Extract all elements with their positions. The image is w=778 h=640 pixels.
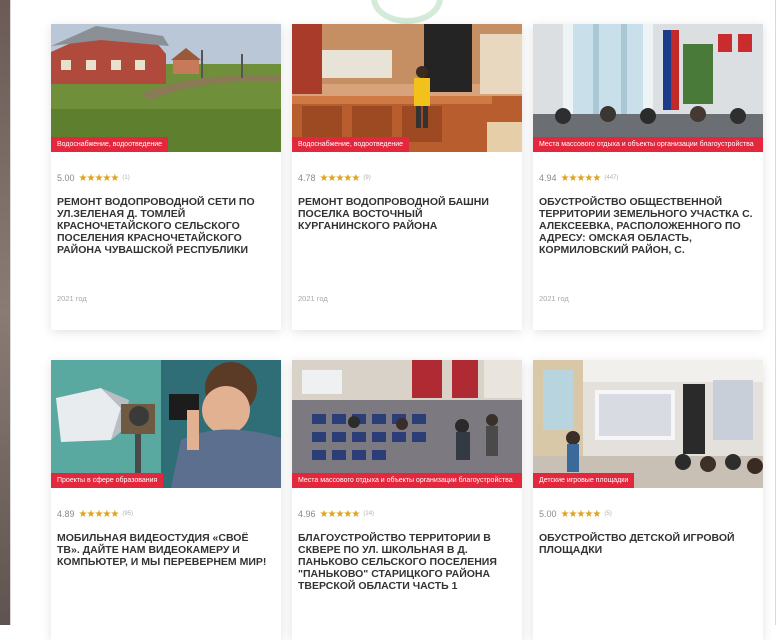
star-icons: ★★★★★ xyxy=(78,508,120,520)
project-title[interactable]: Мобильная видеостудия «Своё ТВ». Дайте н… xyxy=(57,532,273,616)
category-badge[interactable]: Места массового отдыха и объекты организ… xyxy=(533,137,763,152)
rating-count: (9) xyxy=(363,175,371,181)
star-icons: ★★★★★ xyxy=(560,172,602,184)
project-photo[interactable]: Водоснабжение, водоотведение xyxy=(292,24,522,152)
category-badge[interactable]: Водоснабжение, водоотведение xyxy=(51,137,169,152)
project-photo[interactable]: Детские игровые площадки xyxy=(533,360,763,488)
star-icons: ★★★★★ xyxy=(78,172,120,184)
rating-count: (24) xyxy=(363,511,375,517)
project-card[interactable]: Проекты в сфере образования 4.89 ★★★★★ (… xyxy=(51,360,281,640)
project-title[interactable]: Благоустройство территории в сквере по у… xyxy=(298,532,514,616)
project-title[interactable]: Обустройство общественной территории Зем… xyxy=(539,196,755,280)
project-year: 2021 год xyxy=(57,294,87,303)
rating-score: 5.00 xyxy=(539,509,557,519)
project-photo[interactable]: Проекты в сфере образования xyxy=(51,360,281,488)
logo-fragment xyxy=(371,0,443,24)
category-badge[interactable]: Водоснабжение, водоотведение xyxy=(292,137,410,152)
left-edge-strip xyxy=(0,0,10,625)
rating: 4.89 ★★★★★ (95) xyxy=(57,508,281,520)
star-icons: ★★★★★ xyxy=(560,508,602,520)
category-badge[interactable]: Детские игровые площадки xyxy=(533,473,635,488)
rating-count: (95) xyxy=(122,511,134,517)
rating-score: 5.00 xyxy=(57,173,75,183)
rating: 5.00 ★★★★★ (1) xyxy=(57,172,281,184)
rating: 5.00 ★★★★★ (5) xyxy=(539,508,763,520)
project-card[interactable]: Места массового отдыха и объекты организ… xyxy=(533,24,763,330)
category-badge[interactable]: Места массового отдыха и объекты организ… xyxy=(292,473,522,488)
project-card[interactable]: Водоснабжение, водоотведение 4.78 ★★★★★ … xyxy=(292,24,522,330)
rating: 4.96 ★★★★★ (24) xyxy=(298,508,522,520)
project-title[interactable]: Ремонт водопроводной башни поселка Восто… xyxy=(298,196,514,280)
rating-score: 4.94 xyxy=(539,173,557,183)
star-icons: ★★★★★ xyxy=(319,508,361,520)
rating-count: (447) xyxy=(604,175,619,181)
project-card[interactable]: Места массового отдыха и объекты организ… xyxy=(292,360,522,640)
rating-count: (1) xyxy=(122,175,130,181)
rating-score: 4.96 xyxy=(298,509,316,519)
project-year: 2021 год xyxy=(539,294,569,303)
project-photo[interactable]: Места массового отдыха и объекты организ… xyxy=(292,360,522,488)
rating-count: (5) xyxy=(604,511,612,517)
project-year: 2021 год xyxy=(298,294,328,303)
project-card[interactable]: Детские игровые площадки 5.00 ★★★★★ (5) … xyxy=(533,360,763,640)
star-icons: ★★★★★ xyxy=(319,172,361,184)
project-title[interactable]: Ремонт водопроводной сети по ул.Зеленая … xyxy=(57,196,273,280)
rating-score: 4.89 xyxy=(57,509,75,519)
project-photo[interactable]: Водоснабжение, водоотведение xyxy=(51,24,281,152)
project-title[interactable]: Обустройство детской игровой площадки xyxy=(539,532,755,616)
project-card[interactable]: Водоснабжение, водоотведение 5.00 ★★★★★ … xyxy=(51,24,281,330)
project-photo[interactable]: Места массового отдыха и объекты организ… xyxy=(533,24,763,152)
category-badge[interactable]: Проекты в сфере образования xyxy=(51,473,164,488)
rating: 4.94 ★★★★★ (447) xyxy=(539,172,763,184)
rating: 4.78 ★★★★★ (9) xyxy=(298,172,522,184)
rating-score: 4.78 xyxy=(298,173,316,183)
